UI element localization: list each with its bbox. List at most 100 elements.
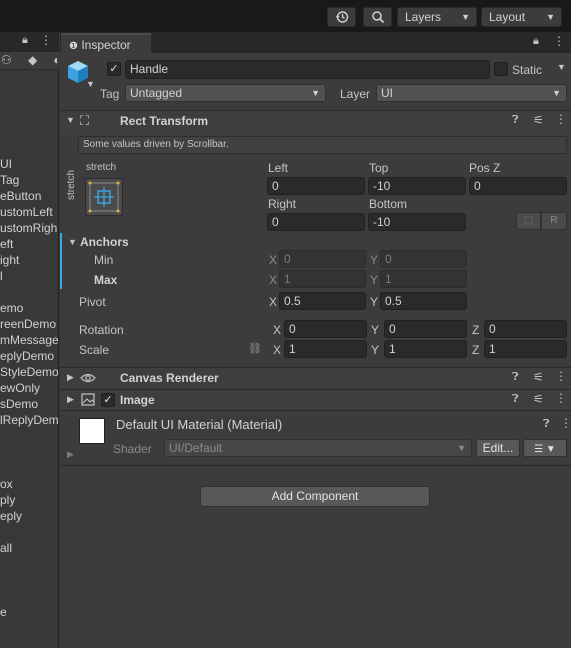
lock-icon[interactable]: 🔒︎ xyxy=(533,35,539,48)
rotation-y-field[interactable]: 0 xyxy=(384,320,467,338)
scale-x-field[interactable]: 1 xyxy=(284,340,367,358)
kebab-menu-icon[interactable]: ⋮ xyxy=(555,391,567,405)
kebab-menu-icon[interactable]: ⋮ xyxy=(40,33,52,47)
constrain-proportions-icon[interactable]: ⛓ xyxy=(248,342,262,355)
image-enabled-checkbox[interactable]: ✓ xyxy=(101,393,115,407)
hierarchy-item[interactable]: UI xyxy=(0,156,58,172)
foldout-arrow-icon[interactable]: ▶ xyxy=(67,449,74,460)
preset-icon[interactable]: ⚟ xyxy=(533,370,544,384)
hierarchy-tab[interactable]: 🔒︎ ⋮ xyxy=(0,32,59,52)
right-field[interactable]: 0 xyxy=(267,213,365,231)
rot-y-label: Y xyxy=(371,323,380,337)
history-button[interactable] xyxy=(327,7,356,27)
add-component-button[interactable]: Add Component xyxy=(200,486,430,507)
anchor-presets-button[interactable] xyxy=(85,178,123,216)
blueprint-mode-button[interactable]: ⬚ xyxy=(516,212,541,230)
rotation-label: Rotation xyxy=(79,323,124,337)
foldout-arrow-icon[interactable]: ▼ xyxy=(66,115,75,125)
anchor-h-label: stretch xyxy=(86,162,117,173)
tab-inspector[interactable]: ❶ Inspector xyxy=(61,33,151,53)
tag-icon[interactable]: ◆ xyxy=(28,53,37,67)
chevron-down-icon: ▼ xyxy=(457,443,466,453)
hierarchy-item[interactable]: emo xyxy=(0,300,58,316)
chevron-down-icon: ▼ xyxy=(546,12,555,22)
left-field[interactable]: 0 xyxy=(267,177,365,195)
pivot-x-field[interactable]: 0.5 xyxy=(279,292,366,310)
max-y-label: Y xyxy=(370,273,379,287)
active-checkbox[interactable]: ✓ xyxy=(107,62,121,76)
rot-z-label: Z xyxy=(472,323,480,337)
search-button[interactable] xyxy=(363,7,392,27)
hierarchy-item[interactable]: all xyxy=(0,540,58,556)
kebab-menu-icon[interactable]: ⋮ xyxy=(555,369,567,383)
canvas-renderer-header[interactable]: ▶ Canvas Renderer ❓︎ ⚟ ⋮ xyxy=(60,367,571,388)
help-icon[interactable]: ❓︎ xyxy=(512,371,519,384)
scene-visibility-icon[interactable]: ◖ xyxy=(52,53,59,67)
scale-y-field[interactable]: 1 xyxy=(384,340,467,358)
hierarchy-item[interactable]: mMessage xyxy=(0,332,58,348)
static-checkbox[interactable] xyxy=(494,62,508,76)
kebab-menu-icon[interactable]: ⋮ xyxy=(555,112,567,126)
anchors-label[interactable]: Anchors xyxy=(80,234,129,250)
edit-shader-button[interactable]: Edit... xyxy=(476,439,520,457)
hierarchy-item[interactable]: e xyxy=(0,604,58,620)
rotation-x-field[interactable]: 0 xyxy=(284,320,367,338)
hierarchy-item[interactable]: lReplyDem xyxy=(0,412,58,428)
filter-icon[interactable]: ⚇ xyxy=(1,53,12,67)
rotation-z-field[interactable]: 0 xyxy=(484,320,567,338)
hierarchy-item[interactable]: eButton xyxy=(0,188,58,204)
image-header[interactable]: ▶ ✓ Image ❓︎ ⚟ ⋮ xyxy=(60,389,571,410)
hierarchy-item[interactable]: l xyxy=(0,268,58,284)
preset-icon[interactable]: ⚟ xyxy=(533,113,544,127)
shader-label: Shader xyxy=(113,442,152,456)
hierarchy-item[interactable]: ply xyxy=(0,492,58,508)
posz-label: Pos Z xyxy=(469,161,501,175)
chevron-down-icon[interactable]: ▼ xyxy=(557,62,566,72)
right-label: Right xyxy=(268,197,297,211)
hierarchy-item[interactable]: eply xyxy=(0,508,58,524)
hierarchy-item[interactable]: ewOnly xyxy=(0,380,58,396)
kebab-menu-icon[interactable]: ⋮ xyxy=(553,34,565,48)
hierarchy-item[interactable]: eft xyxy=(0,236,58,252)
lock-icon[interactable]: 🔒︎ xyxy=(22,34,28,47)
top-field[interactable]: -10 xyxy=(368,177,466,195)
hierarchy-item[interactable]: ox xyxy=(0,476,58,492)
help-icon[interactable]: ❓︎ xyxy=(543,418,550,431)
pivot-y-label: Y xyxy=(370,295,379,309)
rect-transform-header[interactable]: ▼ ⛶ Rect Transform ❓︎ ⚟ ⋮ xyxy=(60,110,571,131)
bottom-field[interactable]: -10 xyxy=(368,213,466,231)
scale-z-field[interactable]: 1 xyxy=(484,340,567,358)
tab-inspector-label: Inspector xyxy=(81,38,131,52)
shader-dropdown[interactable]: UI/Default ▼ xyxy=(164,439,472,457)
hierarchy-item[interactable]: reenDemo xyxy=(0,316,58,332)
layout-dropdown[interactable]: Layout ▼ xyxy=(481,7,562,27)
help-icon[interactable]: ❓︎ xyxy=(512,393,519,406)
foldout-arrow-icon[interactable]: ▶ xyxy=(67,394,74,405)
kebab-menu-icon[interactable]: ⋮ xyxy=(560,416,571,430)
posz-field[interactable]: 0 xyxy=(469,177,567,195)
pivot-y-field[interactable]: 0.5 xyxy=(380,292,467,310)
hierarchy-item[interactable]: eplyDemo xyxy=(0,348,58,364)
help-icon[interactable]: ❓︎ xyxy=(512,114,519,127)
foldout-arrow-icon[interactable]: ▼ xyxy=(68,237,77,247)
layer-label: Layer xyxy=(340,87,371,101)
hierarchy-item[interactable]: sDemo xyxy=(0,396,58,412)
hierarchy-item[interactable]: ight xyxy=(0,252,58,268)
separator xyxy=(60,465,571,466)
object-name-field[interactable]: Handle xyxy=(125,60,490,79)
raw-edit-button[interactable]: R xyxy=(541,212,567,230)
hierarchy-item[interactable]: ustomRigh xyxy=(0,220,58,236)
foldout-arrow-icon[interactable]: ▶ xyxy=(67,372,74,383)
static-label: Static xyxy=(512,63,543,77)
layout-label: Layout xyxy=(489,10,526,24)
chevron-down-icon[interactable]: ▼ xyxy=(86,79,95,89)
layer-dropdown[interactable]: UI ▼ xyxy=(376,84,567,102)
chevron-down-icon: ▼ xyxy=(552,88,561,98)
hierarchy-item[interactable]: ustomLeft xyxy=(0,204,58,220)
tag-dropdown[interactable]: Untagged ▼ xyxy=(125,84,326,102)
preset-icon[interactable]: ⚟ xyxy=(533,392,544,406)
hierarchy-item[interactable]: StyleDemo xyxy=(0,364,58,380)
shader-options-button[interactable]: ☰ ▼ xyxy=(523,439,567,457)
hierarchy-item[interactable]: Tag xyxy=(0,172,58,188)
layers-dropdown[interactable]: Layers ▼ xyxy=(397,7,477,27)
